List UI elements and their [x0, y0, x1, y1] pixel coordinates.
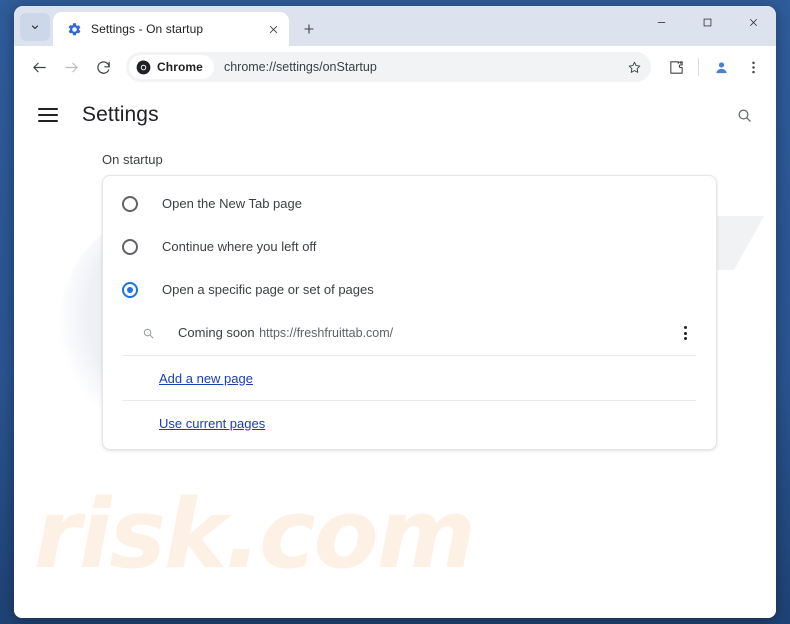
profile-avatar-icon: [715, 61, 727, 73]
minimize-icon: [657, 21, 665, 23]
chrome-chip-label: Chrome: [157, 60, 203, 74]
window-minimize-button[interactable]: [638, 6, 684, 38]
search-icon: [738, 109, 751, 122]
address-bar-url: chrome://settings/onStartup: [223, 60, 377, 74]
startup-page-text: Coming soon https://freshfruittab.com/: [178, 324, 672, 342]
tab-title: Settings - On startup: [91, 22, 204, 36]
window-maximize-button[interactable]: [684, 6, 730, 38]
use-current-pages-row[interactable]: Use current pages: [103, 401, 716, 445]
search-icon: [139, 324, 157, 342]
extensions-button[interactable]: [661, 52, 691, 82]
use-current-pages-link[interactable]: Use current pages: [159, 416, 265, 431]
radio-button[interactable]: [122, 195, 138, 212]
tab-search-button[interactable]: [20, 13, 50, 41]
forward-button[interactable]: [56, 52, 86, 82]
startup-page-row: Coming soon https://freshfruittab.com/: [103, 311, 716, 355]
tab-settings[interactable]: Settings - On startup: [53, 12, 289, 46]
chrome-origin-chip[interactable]: Chrome: [129, 55, 214, 79]
startup-page-menu-button[interactable]: [672, 320, 698, 346]
settings-header: Settings: [14, 88, 776, 142]
back-arrow-icon: [32, 62, 46, 72]
startup-option-label: Continue where you left off: [162, 239, 317, 254]
startup-option-new-tab[interactable]: Open the New Tab page: [103, 182, 716, 225]
settings-search-button[interactable]: [728, 99, 760, 131]
close-icon: [269, 25, 277, 33]
page-title: Settings: [82, 103, 159, 126]
browser-menu-button[interactable]: [738, 52, 768, 82]
chevron-down-icon: [31, 25, 39, 30]
address-bar[interactable]: Chrome chrome://settings/onStartup: [126, 52, 651, 82]
startup-option-label: Open a specific page or set of pages: [162, 282, 374, 297]
startup-option-label: Open the New Tab page: [162, 196, 302, 211]
startup-page-name: Coming soon: [178, 325, 255, 340]
back-button[interactable]: [24, 52, 54, 82]
close-icon: [749, 18, 757, 26]
puzzle-piece-icon: [669, 60, 683, 74]
maximize-icon: [703, 18, 711, 26]
startup-option-continue[interactable]: Continue where you left off: [103, 225, 716, 268]
hamburger-menu-icon[interactable]: [38, 103, 62, 127]
startup-option-specific-pages[interactable]: Open a specific page or set of pages: [103, 268, 716, 311]
forward-arrow-icon: [64, 62, 78, 72]
browser-window: Settings - On startup Chrome chrome://se…: [14, 6, 776, 618]
gear-icon: [66, 21, 82, 37]
reload-button[interactable]: [88, 52, 118, 82]
star-icon: [628, 61, 640, 73]
bookmark-button[interactable]: [621, 54, 647, 80]
radio-button[interactable]: [122, 238, 138, 255]
chrome-logo-icon: [136, 60, 151, 75]
on-startup-card: Open the New Tab page Continue where you…: [102, 175, 717, 450]
browser-toolbar: Chrome chrome://settings/onStartup: [14, 46, 776, 88]
new-tab-button[interactable]: [295, 15, 323, 43]
window-controls: [638, 6, 776, 38]
window-close-button[interactable]: [730, 6, 776, 38]
toolbar-separator: [698, 58, 699, 76]
desktop-background: Settings - On startup Chrome chrome://se…: [0, 0, 790, 624]
tab-close-button[interactable]: [263, 19, 283, 39]
startup-page-url: https://freshfruittab.com/: [259, 326, 394, 340]
tab-strip: Settings - On startup: [14, 6, 776, 46]
radio-button-selected[interactable]: [122, 281, 138, 298]
settings-page: risk.com Settings On startup Open the Ne…: [14, 88, 776, 618]
reload-icon: [96, 60, 110, 74]
plus-icon: [304, 24, 314, 34]
watermark-text: risk.com: [34, 480, 476, 590]
add-new-page-row[interactable]: Add a new page: [103, 356, 716, 400]
add-new-page-link[interactable]: Add a new page: [159, 371, 253, 386]
profile-button[interactable]: [706, 52, 736, 82]
section-label: On startup: [102, 152, 163, 167]
three-dot-menu-icon: [751, 61, 755, 73]
